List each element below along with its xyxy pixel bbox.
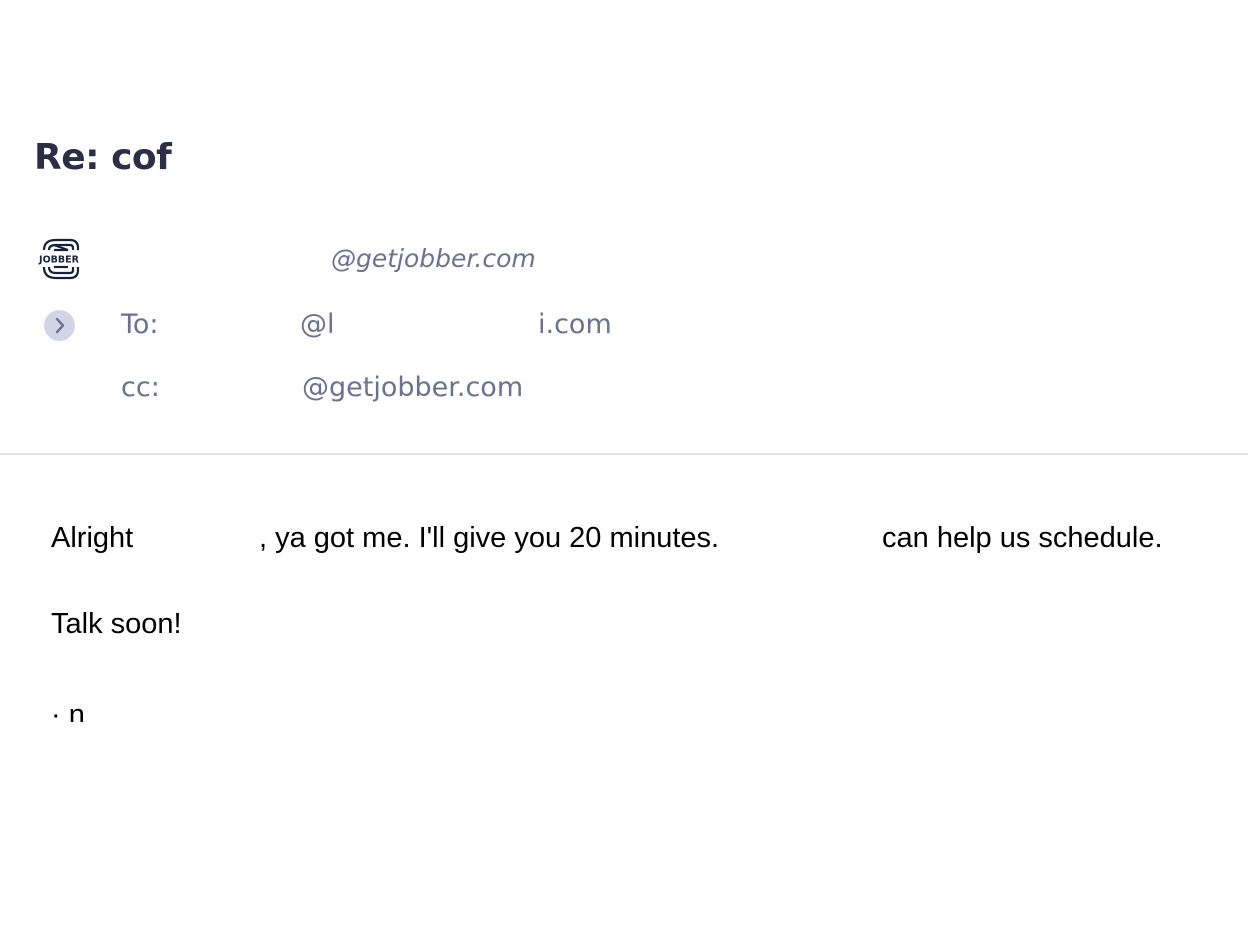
body-line1-middle: , ya got me. I'll give you 20 minutes. <box>259 522 720 554</box>
body-line1-end: can help us schedule. <box>882 522 1163 554</box>
chevron-right-icon <box>55 317 65 334</box>
to-email-end: i.com <box>538 309 612 340</box>
body-line2: Talk soon! <box>51 608 182 640</box>
cc-row: cc: @getjobber.com <box>0 368 1248 408</box>
cc-label: cc: <box>121 372 160 403</box>
email-subject: Re: cof <box>34 137 172 178</box>
sender-row: JOBBER @getjobber.com <box>34 236 1214 282</box>
to-label: To: <box>121 309 159 340</box>
svg-text:JOBBER: JOBBER <box>38 255 80 266</box>
header-divider <box>0 453 1248 455</box>
email-view: Re: cof JOBBER @getjobber.com To: @l i.c… <box>0 0 1248 928</box>
sender-email: @getjobber.com <box>331 244 536 273</box>
jobber-logo-icon: JOBBER <box>34 236 84 282</box>
signature: · n <box>51 699 85 722</box>
to-row: To: @l i.com <box>0 305 1248 345</box>
to-email-start: @l <box>300 309 335 340</box>
body-line1-start: Alright <box>51 522 134 554</box>
expand-recipients-button[interactable] <box>44 310 75 341</box>
cc-email: @getjobber.com <box>302 372 524 403</box>
